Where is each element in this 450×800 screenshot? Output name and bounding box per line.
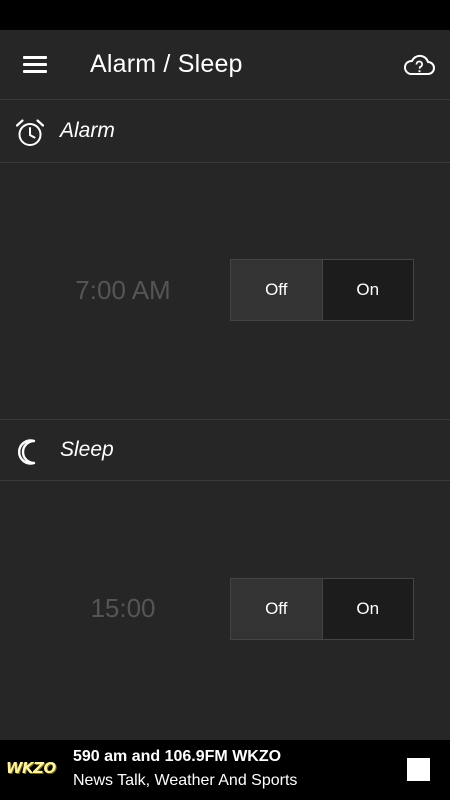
alarm-on-button[interactable]: On	[322, 260, 413, 320]
sleep-section: 15:00 Off On	[0, 482, 450, 740]
alarm-header: Alarm	[0, 101, 450, 163]
moon-icon	[17, 439, 36, 465]
station-logo: WKZO	[6, 759, 56, 777]
sleep-on-button[interactable]: On	[322, 579, 413, 639]
now-playing-bar[interactable]: WKZO 590 am and 106.9FM WKZO News Talk, …	[0, 740, 450, 800]
alarm-section: 7:00 AM Off On	[0, 164, 450, 419]
sleep-time[interactable]: 15:00	[30, 593, 216, 624]
status-bar	[0, 0, 450, 30]
cloud-help-icon	[404, 54, 435, 75]
sleep-toggle: Off On	[230, 578, 414, 640]
alarm-time[interactable]: 7:00 AM	[30, 275, 216, 306]
station-subtitle: News Talk, Weather And Sports	[73, 772, 298, 789]
sleep-label: Sleep	[60, 438, 114, 461]
menu-button[interactable]	[14, 47, 54, 83]
stop-icon[interactable]	[407, 758, 430, 781]
alarm-toggle: Off On	[230, 259, 414, 321]
page-title: Alarm / Sleep	[90, 50, 243, 78]
sleep-header: Sleep	[0, 419, 450, 481]
alarm-off-button[interactable]: Off	[231, 260, 323, 320]
app-bar: Alarm / Sleep	[0, 30, 450, 100]
alarm-label: Alarm	[60, 119, 115, 142]
cloud-button[interactable]	[402, 50, 436, 80]
alarm-clock-icon	[15, 119, 45, 146]
station-title: 590 am and 106.9FM WKZO	[73, 748, 282, 765]
sleep-off-button[interactable]: Off	[231, 579, 323, 639]
